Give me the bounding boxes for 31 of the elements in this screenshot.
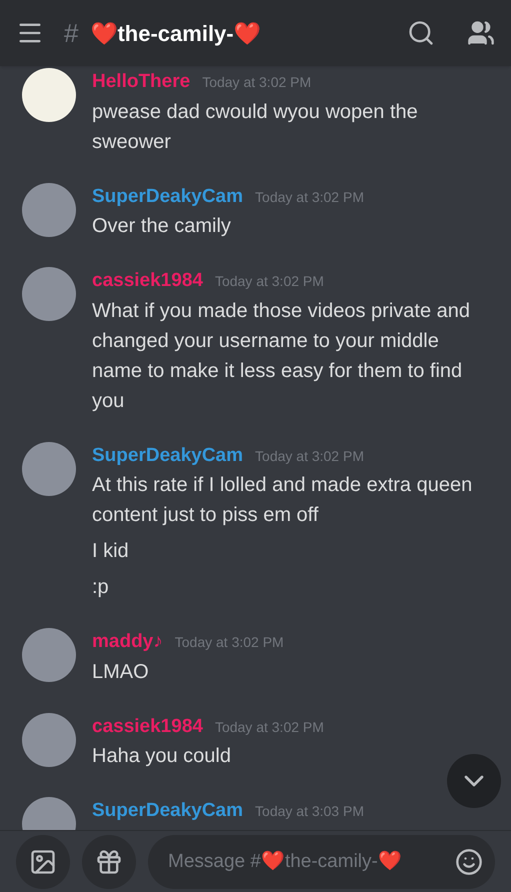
- timestamp: Today at 3:02 PM: [255, 188, 364, 207]
- message-field[interactable]: Message #❤the-camily-❤: [148, 834, 495, 888]
- username[interactable]: HelloThere: [92, 68, 190, 96]
- username[interactable]: maddy♪: [92, 628, 163, 656]
- timestamp: Today at 3:02 PM: [214, 718, 324, 737]
- message-text: Haha you could: [92, 744, 232, 769]
- gift-icon: [95, 848, 123, 876]
- message-text: LMAO: [92, 660, 150, 684]
- timestamp: Today at 3:02 PM: [214, 272, 324, 291]
- hash-icon: #: [64, 14, 78, 52]
- timestamp: Today at 3:02 PM: [202, 73, 312, 92]
- username[interactable]: SuperDeakyCam: [92, 182, 244, 211]
- search-icon[interactable]: [407, 19, 435, 47]
- timestamp: Today at 3:03 PM: [255, 802, 364, 821]
- message-text: I kid: [92, 539, 130, 564]
- message-text: Over the camily: [92, 214, 232, 239]
- message-text: pwease dad cwould wyou wopen the sweower: [92, 100, 419, 154]
- emoji-icon[interactable]: [455, 848, 483, 876]
- username[interactable]: cassiek1984: [92, 267, 203, 296]
- message-text: :p: [92, 575, 110, 600]
- timestamp: Today at 3:02 PM: [174, 633, 284, 652]
- avatar[interactable]: [22, 68, 76, 122]
- username[interactable]: SuperDeakyCam: [92, 797, 244, 826]
- message-text: At this rate if I lolled and made extra queen content just to piss em off: [92, 473, 474, 528]
- timestamp: Today at 3:02 PM: [255, 446, 364, 466]
- members-icon[interactable]: [467, 19, 495, 47]
- message-text: What if you made those videos private and changed your username to your middle name to make it less easy for them to find you: [92, 298, 471, 414]
- image-icon: [29, 848, 57, 876]
- username[interactable]: cassiek1984: [92, 712, 203, 741]
- username[interactable]: SuperDeakyCam: [92, 442, 244, 470]
- channel-name: ❤the-camily-❤: [90, 20, 261, 48]
